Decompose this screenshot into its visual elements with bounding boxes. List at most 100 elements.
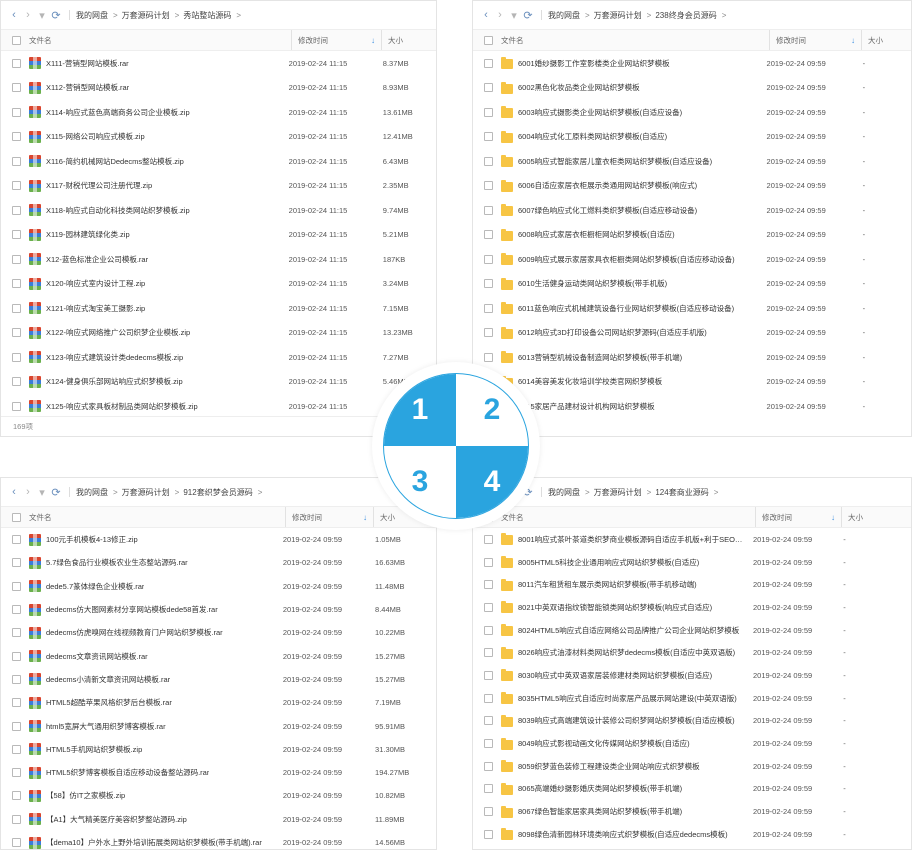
file-row[interactable]: HTML5织梦博客模板自适应移动设备整站源码.rar 2019-02-24 09:… (1, 761, 436, 784)
file-row[interactable]: 8005HTML5科技企业通用响应式网站织梦模板(自适应) 2019-02-24 … (473, 551, 911, 574)
file-row[interactable]: 6004响应式化工原料类网站织梦模板(自适应) 2019-02-24 09:59 - (473, 125, 911, 150)
date-column-header[interactable]: 修改时间 ↓ (769, 30, 861, 50)
size-column-header[interactable]: 大小 (841, 507, 911, 527)
file-name[interactable]: 6001婚纱摄影工作室影楼类企业网站织梦模板 (518, 58, 670, 69)
file-name[interactable]: HTML5超酷苹果风格织梦后台模板.rar (46, 697, 172, 708)
file-name[interactable]: 6015家居产品建材设计机构网站织梦模板 (518, 401, 655, 412)
file-row[interactable]: HTML5超酷苹果风格织梦后台模板.rar 2019-02-24 09:59 7.1… (1, 691, 436, 714)
breadcrumb-item[interactable]: 万套源码计划 (594, 487, 642, 498)
dropdown-icon[interactable]: ▾ (507, 9, 521, 22)
file-name[interactable]: 8026响应式油漆材料类网站织梦dedecms模板(自适应中英双语版) (518, 647, 735, 658)
breadcrumb-item[interactable]: 我的网盘 (76, 10, 108, 21)
file-name[interactable]: HTML5织梦博客模板自适应移动设备整站源码.rar (46, 767, 209, 778)
row-checkbox[interactable] (484, 303, 493, 313)
file-row[interactable]: X111-营销型网站模板.rar 2019-02-24 11:15 8.37MB (1, 51, 436, 76)
file-name[interactable]: html5宽屏大气通用织梦博客模板.rar (46, 721, 166, 732)
file-row[interactable]: 8021中英双语指纹锁智能锁类网站织梦模板(响应式自适应) 2019-02-24 … (473, 596, 911, 619)
file-row[interactable]: 6009响应式展示家居家具衣柜橱类网站织梦模板(自适应移动设备) 2019-02-… (473, 247, 911, 272)
row-checkbox[interactable] (12, 132, 21, 142)
row-checkbox[interactable] (484, 279, 493, 289)
file-name[interactable]: X124-健身俱乐部网站响应式织梦模板.zip (46, 376, 183, 387)
file-row[interactable]: 6002黑色化妆品类企业网站织梦模板 2019-02-24 09:59 - (473, 76, 911, 101)
file-row[interactable]: 【58】仿IT之家模板.zip 2019-02-24 09:59 10.82MB (1, 784, 436, 807)
row-checkbox[interactable] (484, 205, 493, 215)
file-name[interactable]: 6013营销型机械设备制造网站织梦模板(带手机端) (518, 352, 682, 363)
back-icon[interactable]: ‹ (479, 9, 493, 21)
file-name[interactable]: 8035HTML5响应式自适应时尚家居产品展示网站建设(中英双语版) (518, 693, 737, 704)
file-row[interactable]: 6007绿色响应式化工燃料类织梦模板(自适应移动设备) 2019-02-24 09… (473, 198, 911, 223)
file-row[interactable]: X125-响应式家具板材制品类网站织梦模板.zip 2019-02-24 11:1… (1, 394, 436, 419)
file-row[interactable]: 【dema10】户外水上野外培训拓展类网站织梦模板(带手机端).rar 2019-… (1, 831, 436, 849)
file-row[interactable]: 8039响应式高端建筑设计装修公司织梦网站织梦模板(自适应模板) 2019-02-… (473, 710, 911, 733)
file-row[interactable]: 【A1】大气精美医疗美容织梦整站源码.zip 2019-02-24 09:59 11… (1, 808, 436, 831)
forward-icon[interactable]: › (21, 9, 35, 21)
file-name[interactable]: dedecms文章资讯网站模板.rar (46, 651, 148, 662)
file-row[interactable]: X119-园林建筑绿化类.zip 2019-02-24 11:15 5.21MB (1, 223, 436, 248)
file-name[interactable]: 6007绿色响应式化工燃料类织梦模板(自适应移动设备) (518, 205, 697, 216)
breadcrumb-item[interactable]: 万套源码计划 (122, 487, 170, 498)
breadcrumb-item[interactable]: 万套源码计划 (594, 10, 642, 21)
file-name[interactable]: 8005HTML5科技企业通用响应式网站织梦模板(自适应) (518, 557, 699, 568)
row-checkbox[interactable] (484, 739, 493, 749)
file-row[interactable]: HTML5手机网站织梦模板.zip 2019-02-24 09:59 31.30MB (1, 738, 436, 761)
file-row[interactable]: 8035HTML5响应式自适应时尚家居产品展示网站建设(中英双语版) 2019-0… (473, 687, 911, 710)
file-name[interactable]: X116-简约机械网站Dedecms整站模板.zip (46, 156, 184, 167)
row-checkbox[interactable] (12, 651, 21, 661)
row-checkbox[interactable] (484, 107, 493, 117)
file-name[interactable]: X111-营销型网站模板.rar (46, 58, 129, 69)
row-checkbox[interactable] (484, 132, 493, 142)
row-checkbox[interactable] (484, 784, 493, 794)
row-checkbox[interactable] (12, 254, 21, 264)
row-checkbox[interactable] (12, 205, 21, 215)
row-checkbox[interactable] (484, 761, 493, 771)
row-checkbox[interactable] (12, 535, 21, 545)
file-row[interactable]: X112-营销型网站模板.rar 2019-02-24 11:15 8.93MB (1, 76, 436, 101)
file-row[interactable]: 8001响应式茶叶茶道类织梦商业模板源码自适应手机版+利于SEO优化 2019-0… (473, 528, 911, 551)
row-checkbox[interactable] (484, 352, 493, 362)
file-name[interactable]: X123-响应式建筑设计类dedecms模板.zip (46, 352, 183, 363)
file-row[interactable]: X114-响应式蓝色高端商务公司企业模板.zip 2019-02-24 11:15… (1, 100, 436, 125)
file-name[interactable]: X125-响应式家具板材制品类网站织梦模板.zip (46, 401, 198, 412)
file-row[interactable]: dedecms小清新文章资讯网站模板.rar 2019-02-24 09:59 15… (1, 668, 436, 691)
file-name[interactable]: 100元手机模板4-13修正.zip (46, 534, 138, 545)
file-name[interactable]: 8039响应式高端建筑设计装修公司织梦网站织梦模板(自适应模板) (518, 715, 735, 726)
row-checkbox[interactable] (484, 580, 493, 590)
row-checkbox[interactable] (484, 557, 493, 567)
name-column-header[interactable]: 文件名 (1, 30, 291, 50)
file-name[interactable]: 6006自适应家居衣柜展示类通用网站织梦模板(响应式) (518, 180, 697, 191)
file-row[interactable]: 6008响应式家居衣柜橱柜网站织梦模板(自适应) 2019-02-24 09:59… (473, 223, 911, 248)
refresh-icon[interactable]: ⟳ (49, 486, 63, 499)
file-name[interactable]: 【A1】大气精美医疗美容织梦整站源码.zip (46, 814, 187, 825)
file-row[interactable]: X115-网络公司响应式模板.zip 2019-02-24 11:15 12.41M… (1, 125, 436, 150)
file-row[interactable]: 6005响应式智能家居儿童衣柜类网站织梦模板(自适应设备) 2019-02-24 … (473, 149, 911, 174)
row-checkbox[interactable] (484, 693, 493, 703)
file-name[interactable]: X114-响应式蓝色高端商务公司企业模板.zip (46, 107, 190, 118)
file-row[interactable]: 6001婚纱摄影工作室影楼类企业网站织梦模板 2019-02-24 09:59 - (473, 51, 911, 76)
row-checkbox[interactable] (484, 716, 493, 726)
dropdown-icon[interactable]: ▾ (35, 486, 49, 499)
file-name[interactable]: 6004响应式化工原料类网站织梦模板(自适应) (518, 131, 667, 142)
sort-arrow-icon[interactable]: ↓ (363, 513, 367, 522)
file-row[interactable]: 5.7绿色食品行业模板农业生态整站源码.rar 2019-02-24 09:59 1… (1, 551, 436, 574)
row-checkbox[interactable] (12, 628, 21, 638)
file-row[interactable]: 6006自适应家居衣柜展示类通用网站织梦模板(响应式) 2019-02-24 09… (473, 174, 911, 199)
file-name[interactable]: 6012响应式3D打印设备公司网站织梦源码(自适应手机版) (518, 327, 707, 338)
row-checkbox[interactable] (12, 814, 21, 824)
file-row[interactable]: 8049响应式影视动画文化传媒网站织梦模板(自适应) 2019-02-24 09:… (473, 732, 911, 755)
file-row[interactable]: X121-响应式淘宝美工摄影.zip 2019-02-24 11:15 7.15MB (1, 296, 436, 321)
row-checkbox[interactable] (12, 58, 21, 68)
row-checkbox[interactable] (12, 791, 21, 801)
file-row[interactable]: 8030响应式中英双语家居装修建材类网站织梦模板(自适应) 2019-02-24 … (473, 664, 911, 687)
row-checkbox[interactable] (12, 230, 21, 240)
file-row[interactable]: 8103红色营销大气律师事务所网站 带手机WAP版织梦CMS模板2019-02-… (473, 846, 911, 849)
file-row[interactable]: 8067绿色智能家居家具类网站织梦模板(带手机端) 2019-02-24 09:5… (473, 800, 911, 823)
file-name[interactable]: 8011汽车租赁租车展示类网站织梦模板(带手机移动端) (518, 579, 697, 590)
file-row[interactable]: 6010生活健身运动类网站织梦模板(带手机版) 2019-02-24 09:59 - (473, 272, 911, 297)
name-column-header[interactable]: 文件名 (473, 30, 769, 50)
row-checkbox[interactable] (484, 328, 493, 338)
file-row[interactable]: dede5.7篆体绿色企业模板.rar 2019-02-24 09:59 11.48… (1, 575, 436, 598)
file-name[interactable]: X112-营销型网站模板.rar (46, 82, 129, 93)
file-row[interactable]: X116-简约机械网站Dedecms整站模板.zip 2019-02-24 11:… (1, 149, 436, 174)
file-row[interactable]: 6013营销型机械设备制造网站织梦模板(带手机端) 2019-02-24 09:5… (473, 345, 911, 370)
row-checkbox[interactable] (484, 807, 493, 817)
